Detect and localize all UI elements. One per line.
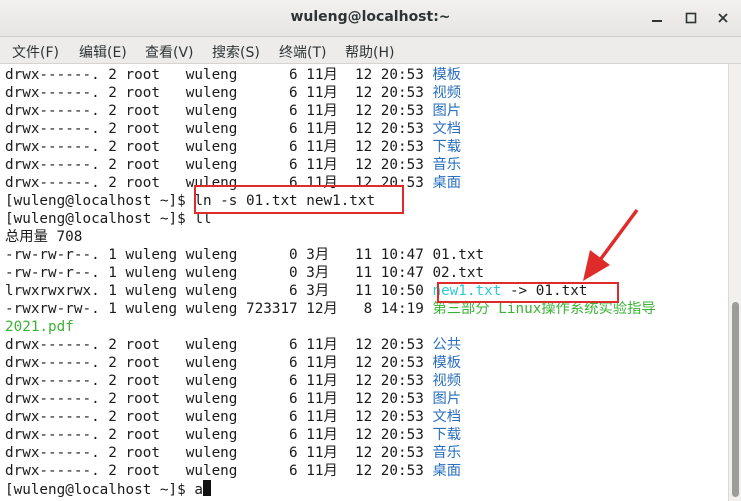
menu-view[interactable]: 查看(V): [145, 42, 194, 62]
menu-search[interactable]: 搜索(S): [212, 42, 260, 62]
terminal-text-segment: 第三部分 Linux操作系统实验指导: [432, 301, 656, 317]
terminal-line: [wuleng@localhost ~]$ a: [5, 480, 211, 498]
terminal-text-segment: lrwxrwxrwx. 1 wuleng wuleng 6 3月 11 10:5…: [5, 283, 433, 299]
terminal-text-segment: 下载: [432, 427, 462, 443]
terminal-text-segment: drwx------. 2 root wuleng 6 11月 12 20:53: [5, 391, 433, 407]
terminal-line: drwx------. 2 root wuleng 6 11月 12 20:53…: [5, 408, 461, 426]
terminal-line: drwx------. 2 root wuleng 6 11月 12 20:53…: [5, 462, 461, 480]
terminal-text-segment: -rwxrw-rw-. 1 wuleng wuleng 723317 12月 8…: [5, 301, 433, 317]
window-title: wuleng@localhost:~: [290, 9, 451, 25]
terminal-line: -rw-rw-r--. 1 wuleng wuleng 0 3月 11 10:4…: [5, 264, 484, 282]
terminal-text-segment: drwx------. 2 root wuleng 6 11月 12 20:53: [5, 67, 433, 83]
terminal-text-segment: -rw-rw-r--. 1 wuleng wuleng 0 3月 11 10:4…: [5, 265, 485, 281]
terminal-text-segment: 公共: [432, 337, 462, 353]
scrollbar-thumb[interactable]: [732, 302, 739, 497]
terminal-line: drwx------. 2 root wuleng 6 11月 12 20:53…: [5, 120, 461, 138]
vertical-scrollbar[interactable]: [728, 64, 741, 501]
terminal-text-segment: drwx------. 2 root wuleng 6 11月 12 20:53: [5, 121, 433, 137]
terminal-line: drwx------. 2 root wuleng 6 11月 12 20:53…: [5, 66, 461, 84]
terminal-text-segment: drwx------. 2 root wuleng 6 11月 12 20:53: [5, 373, 433, 389]
terminal-text-segment: 音乐: [432, 157, 462, 173]
terminal-text-segment: [wuleng@localhost ~]$ ll: [5, 211, 212, 227]
terminal-text-segment: -rw-rw-r--. 1 wuleng wuleng 0 3月 11 10:4…: [5, 247, 485, 263]
menu-terminal[interactable]: 终端(T): [279, 42, 326, 62]
terminal-text-segment: 桌面: [432, 463, 462, 479]
terminal-text-segment: drwx------. 2 root wuleng 6 11月 12 20:53: [5, 427, 433, 443]
terminal-line: drwx------. 2 root wuleng 6 11月 12 20:53…: [5, 426, 461, 444]
terminal-text-segment: drwx------. 2 root wuleng 6 11月 12 20:53: [5, 103, 433, 119]
terminal-text-segment: 视频: [432, 373, 462, 389]
terminal-text-segment: 图片: [432, 391, 462, 407]
terminal-line: drwx------. 2 root wuleng 6 11月 12 20:53…: [5, 354, 461, 372]
terminal-text-segment: 文档: [432, 121, 462, 137]
terminal-text-segment: 音乐: [432, 445, 462, 461]
terminal-line: drwx------. 2 root wuleng 6 11月 12 20:53…: [5, 372, 461, 390]
terminal-line: drwx------. 2 root wuleng 6 11月 12 20:53…: [5, 336, 461, 354]
terminal-text-segment: drwx------. 2 root wuleng 6 11月 12 20:53: [5, 85, 433, 101]
terminal-text-segment: 桌面: [432, 175, 462, 191]
maximize-icon[interactable]: [684, 11, 698, 25]
terminal-text-segment: 2021.pdf: [5, 319, 74, 335]
terminal-line: drwx------. 2 root wuleng 6 11月 12 20:53…: [5, 390, 461, 408]
menu-file[interactable]: 文件(F): [12, 42, 59, 62]
terminal-text-segment: [wuleng@localhost ~]$ a: [5, 482, 203, 498]
terminal-line: 总用量 708: [5, 228, 82, 246]
terminal-text-segment: 视频: [432, 85, 462, 101]
terminal-line: drwx------. 2 root wuleng 6 11月 12 20:53…: [5, 84, 461, 102]
terminal-line: drwx------. 2 root wuleng 6 11月 12 20:53…: [5, 138, 461, 156]
terminal-text-segment: drwx------. 2 root wuleng 6 11月 12 20:53: [5, 463, 433, 479]
terminal-line: -rw-rw-r--. 1 wuleng wuleng 0 3月 11 10:4…: [5, 246, 484, 264]
menu-bar: 文件(F) 编辑(E) 查看(V) 搜索(S) 终端(T) 帮助(H): [0, 37, 741, 64]
minimize-icon[interactable]: [650, 11, 664, 25]
highlight-box-symlink: [437, 282, 619, 303]
menu-edit[interactable]: 编辑(E): [79, 42, 127, 62]
highlight-box-command: [194, 185, 404, 214]
terminal-line: drwx------. 2 root wuleng 6 11月 12 20:53…: [5, 102, 461, 120]
title-bar[interactable]: wuleng@localhost:~: [0, 0, 741, 37]
terminal-text-segment: drwx------. 2 root wuleng 6 11月 12 20:53: [5, 139, 433, 155]
terminal-text-segment: 模板: [432, 355, 462, 371]
terminal-text-segment: 图片: [432, 103, 462, 119]
terminal-line: 2021.pdf: [5, 318, 74, 336]
terminal-text-segment: drwx------. 2 root wuleng 6 11月 12 20:53: [5, 355, 433, 371]
text-cursor: [202, 480, 211, 496]
terminal-text-segment: drwx------. 2 root wuleng 6 11月 12 20:53: [5, 409, 433, 425]
terminal-line: drwx------. 2 root wuleng 6 11月 12 20:53…: [5, 156, 461, 174]
terminal-text-segment: 文档: [432, 409, 462, 425]
terminal-text-segment: 下载: [432, 139, 462, 155]
terminal-text-segment: 总用量 708: [5, 229, 83, 245]
terminal-text-segment: drwx------. 2 root wuleng 6 11月 12 20:53: [5, 157, 433, 173]
terminal-text-segment: drwx------. 2 root wuleng 6 11月 12 20:53: [5, 445, 433, 461]
menu-help[interactable]: 帮助(H): [345, 42, 394, 62]
terminal-line: drwx------. 2 root wuleng 6 11月 12 20:53…: [5, 444, 461, 462]
terminal-text-segment: drwx------. 2 root wuleng 6 11月 12 20:53: [5, 337, 433, 353]
terminal-line: [wuleng@localhost ~]$ ll: [5, 210, 212, 228]
close-icon[interactable]: [716, 11, 730, 25]
terminal-text-segment: 模板: [432, 67, 462, 83]
